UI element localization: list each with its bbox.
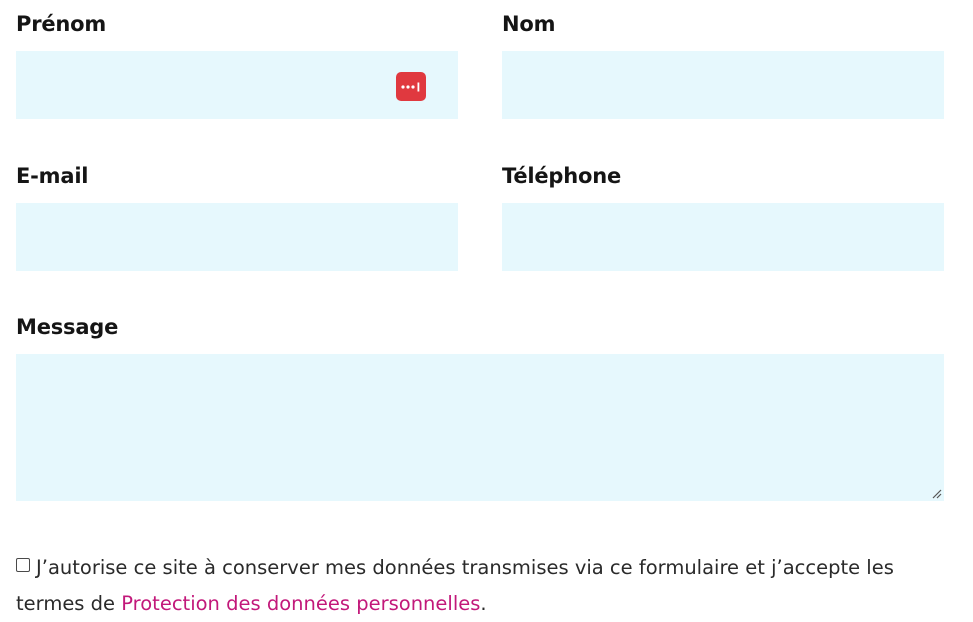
phone-label: Téléphone xyxy=(502,164,622,188)
consent-checkbox[interactable] xyxy=(16,558,30,572)
password-manager-icon[interactable] xyxy=(396,72,426,101)
last-name-label: Nom xyxy=(502,12,556,36)
first-name-input[interactable] xyxy=(16,51,458,119)
resize-handle-icon[interactable] xyxy=(930,487,942,499)
consent-period: . xyxy=(480,592,487,615)
message-label: Message xyxy=(16,315,119,339)
message-textarea[interactable] xyxy=(16,354,944,501)
first-name-label: Prénom xyxy=(16,12,107,36)
ellipsis-cursor-icon xyxy=(401,82,420,91)
privacy-policy-link[interactable]: Protection des données personnelles xyxy=(121,592,480,615)
phone-input[interactable] xyxy=(502,203,944,271)
consent-row: J’autorise ce site à conserver mes donné… xyxy=(16,550,956,622)
email-label: E-mail xyxy=(16,164,89,188)
email-input[interactable] xyxy=(16,203,458,271)
last-name-input[interactable] xyxy=(502,51,944,119)
